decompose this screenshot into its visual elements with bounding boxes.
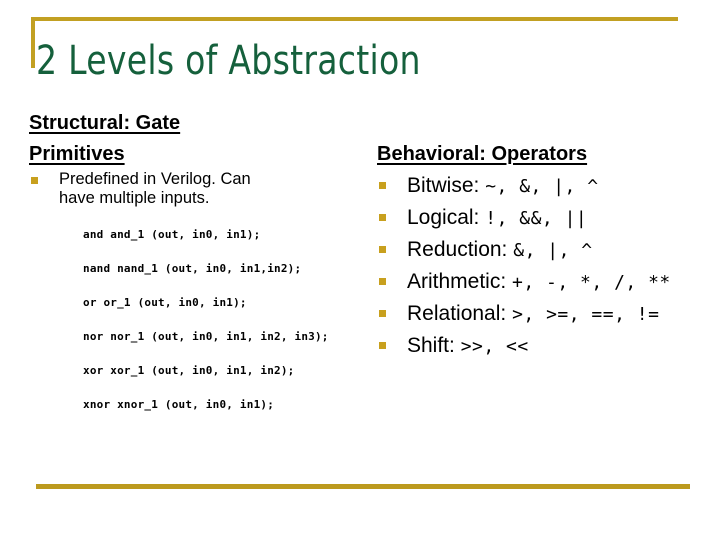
operator-category-label: Arithmetic: — [407, 270, 507, 293]
title-left-rule — [31, 17, 35, 68]
code-line: or or_1 (out, in0, in1); — [83, 296, 247, 309]
square-bullet-icon — [379, 214, 386, 221]
code-line: nor nor_1 (out, in0, in1, in2, in3); — [83, 330, 329, 343]
gate-primitive-code-list: and and_1 (out, in0, in1); nand nand_1 (… — [83, 228, 369, 411]
operator-symbols: +, -, *, /, ** — [512, 272, 671, 293]
operator-symbols: !, &&, || — [485, 208, 588, 229]
title-top-rule — [31, 17, 678, 21]
structural-bullet-text: Predefined in Verilog. Can have multiple… — [59, 170, 251, 207]
operator-category-label: Shift: — [407, 334, 455, 357]
structural-column: Structural: Gate Primitives Predefined i… — [29, 108, 369, 432]
operator-symbols: >, >=, ==, != — [512, 304, 660, 325]
operator-category-label: Reduction: — [407, 238, 508, 261]
structural-heading-line2: Primitives — [29, 143, 125, 165]
structural-bullet-list: Predefined in Verilog. Can have multiple… — [29, 170, 369, 208]
operator-symbols: ~, &, |, ^ — [485, 176, 599, 197]
operator-category-label: Logical: — [407, 206, 480, 229]
operator-symbols: >>, << — [460, 336, 529, 357]
behavioral-heading-text: Behavioral: Operators — [377, 143, 588, 165]
square-bullet-icon — [379, 246, 386, 253]
list-item: Shift: >>, << — [377, 330, 707, 362]
code-line: xnor xnor_1 (out, in0, in1); — [83, 398, 275, 411]
square-bullet-icon — [31, 177, 38, 184]
square-bullet-icon — [379, 278, 386, 285]
square-bullet-icon — [379, 182, 386, 189]
operator-symbols: &, |, ^ — [513, 240, 593, 261]
slide-canvas: 2 Levels of Abstraction Structural: Gate… — [0, 0, 720, 540]
operator-category-label: Bitwise: — [407, 174, 480, 197]
code-line: and and_1 (out, in0, in1); — [83, 228, 261, 241]
behavioral-heading: Behavioral: Operators — [377, 108, 707, 170]
structural-heading-line1: Structural: Gate — [29, 112, 181, 134]
square-bullet-icon — [379, 342, 386, 349]
list-item: Reduction: &, |, ^ — [377, 234, 707, 266]
list-item: Arithmetic: +, -, *, /, ** — [377, 266, 707, 298]
behavioral-column: Behavioral: Operators Bitwise: ~, &, |, … — [377, 108, 707, 362]
operator-bullet-list: Bitwise: ~, &, |, ^ Logical: !, &&, || R… — [377, 170, 707, 362]
operator-category-label: Relational: — [407, 302, 507, 325]
list-item: Relational: >, >=, ==, != — [377, 298, 707, 330]
slide-title: 2 Levels of Abstraction — [36, 38, 421, 84]
code-line: nand nand_1 (out, in0, in1,in2); — [83, 262, 302, 275]
footer-rule — [36, 484, 690, 489]
code-line: xor xor_1 (out, in0, in1, in2); — [83, 364, 295, 377]
structural-heading: Structural: Gate Primitives — [29, 108, 244, 170]
list-item: Bitwise: ~, &, |, ^ — [377, 170, 707, 202]
square-bullet-icon — [379, 310, 386, 317]
list-item: Logical: !, &&, || — [377, 202, 707, 234]
list-item: Predefined in Verilog. Can have multiple… — [29, 170, 289, 208]
